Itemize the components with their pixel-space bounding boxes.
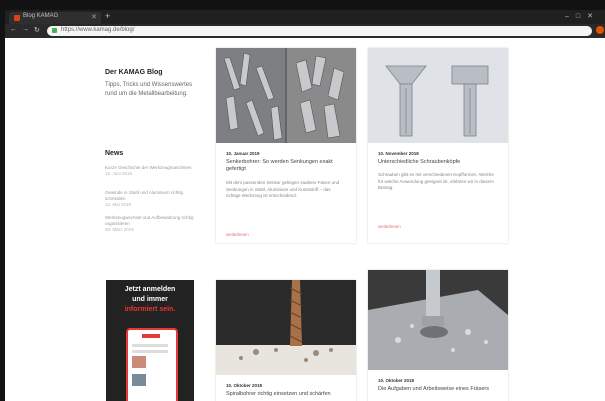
tab-title: Blog KAMAG [23,13,59,19]
logo-mark [142,334,160,338]
new-tab-icon[interactable]: + [105,12,110,21]
back-icon[interactable]: ← [10,26,17,33]
article-card[interactable]: 10. November 2018 Unterschiedliche Schra… [368,48,508,243]
ad-line: Jetzt anmelden [124,286,176,293]
article-excerpt: Mit dem passenden Senker gelingen sauber… [226,180,340,198]
thumbnail-image [132,356,146,368]
news-item-date: 28. März 2019 [105,227,134,232]
article-title[interactable]: Unterschiedliche Schraubenköpfe [378,159,498,166]
browser-tab[interactable]: Blog KAMAG ✕ [9,12,101,24]
text-line [132,350,168,353]
browser-chrome: Blog KAMAG ✕ + –□✕ ← → ↻ https://www.kam… [5,10,605,38]
read-more-link[interactable]: weiterlesen [226,232,249,237]
ad-line-highlight: informiert sein. [124,306,176,313]
url-text: https://www.kamag.de/blog/ [61,27,135,33]
lock-icon [52,28,57,33]
article-title[interactable]: Die Aufgaben und Arbeitsweise eines Fräs… [378,386,498,393]
favicon-icon [14,15,20,21]
read-more-link[interactable]: weiterlesen [378,224,401,229]
blog-subtitle: Tipps, Tricks und Wissenswertes rund um … [105,82,193,97]
ad-line: und immer [132,296,168,303]
news-item-title[interactable]: Kurze Geschichte der Werkzeugmaschinen [105,165,191,170]
milling-image[interactable] [368,270,508,370]
text-line [132,344,168,347]
news-item-title[interactable]: Werkzeugwechsel und Aufbewahrung richtig… [105,215,193,226]
news-heading: News [105,150,124,157]
article-card[interactable]: 10. Oktober 2018 Spiralbohrer richtig ei… [216,280,356,401]
news-item[interactable]: Kurze Geschichte der Werkzeugmaschinen 1… [105,165,197,177]
drill-image[interactable] [216,280,356,375]
article-title[interactable]: Senkerbohrer: So werden Senkungen exakt … [226,159,346,173]
reload-icon[interactable]: ↻ [34,26,40,34]
extension-icon[interactable] [596,26,604,34]
article-date: 10. Oktober 2018 [226,383,263,388]
window-controls[interactable]: –□✕ [565,12,600,20]
browser-toolbar: ← → ↻ https://www.kamag.de/blog/ [5,24,605,38]
screw-heads-image[interactable] [368,48,508,143]
forward-icon[interactable]: → [22,26,29,33]
countersink-image[interactable] [216,48,356,143]
article-date: 10. Oktober 2018 [378,378,415,383]
news-item-title[interactable]: Gewinde in Stahl und Aluminium richtig s… [105,190,183,201]
tab-bar: Blog KAMAG ✕ + –□✕ [5,10,605,24]
blog-title: Der KAMAG Blog [105,69,163,76]
article-excerpt: Schrauben gibt es mit verschiedenen Kopf… [378,172,494,190]
browser-window: Blog KAMAG ✕ + –□✕ ← → ↻ https://www.kam… [0,0,605,401]
article-card[interactable]: 10. Januar 2019 Senkerbohrer: So werden … [216,48,356,243]
phone-illustration [126,328,178,401]
article-card[interactable]: 10. Oktober 2018 Die Aufgaben und Arbeit… [368,270,508,401]
web-page: Der KAMAG Blog Tipps, Tricks und Wissens… [5,38,605,401]
article-title[interactable]: Spiralbohrer richtig einsetzen und schär… [226,391,346,398]
newsletter-ad[interactable]: Jetzt anmelden und immer informiert sein… [106,280,194,401]
address-bar[interactable]: https://www.kamag.de/blog/ [47,26,592,36]
article-date: 10. November 2018 [378,151,419,156]
news-item-date: 12. Mai 2019 [105,202,132,207]
news-item[interactable]: Werkzeugwechsel und Aufbewahrung richtig… [105,215,197,233]
news-item[interactable]: Gewinde in Stahl und Aluminium richtig s… [105,190,197,208]
article-date: 10. Januar 2019 [226,151,260,156]
close-tab-icon[interactable]: ✕ [91,13,97,21]
thumbnail-image [132,374,146,386]
news-item-date: 15. Juni 2019 [105,171,133,176]
